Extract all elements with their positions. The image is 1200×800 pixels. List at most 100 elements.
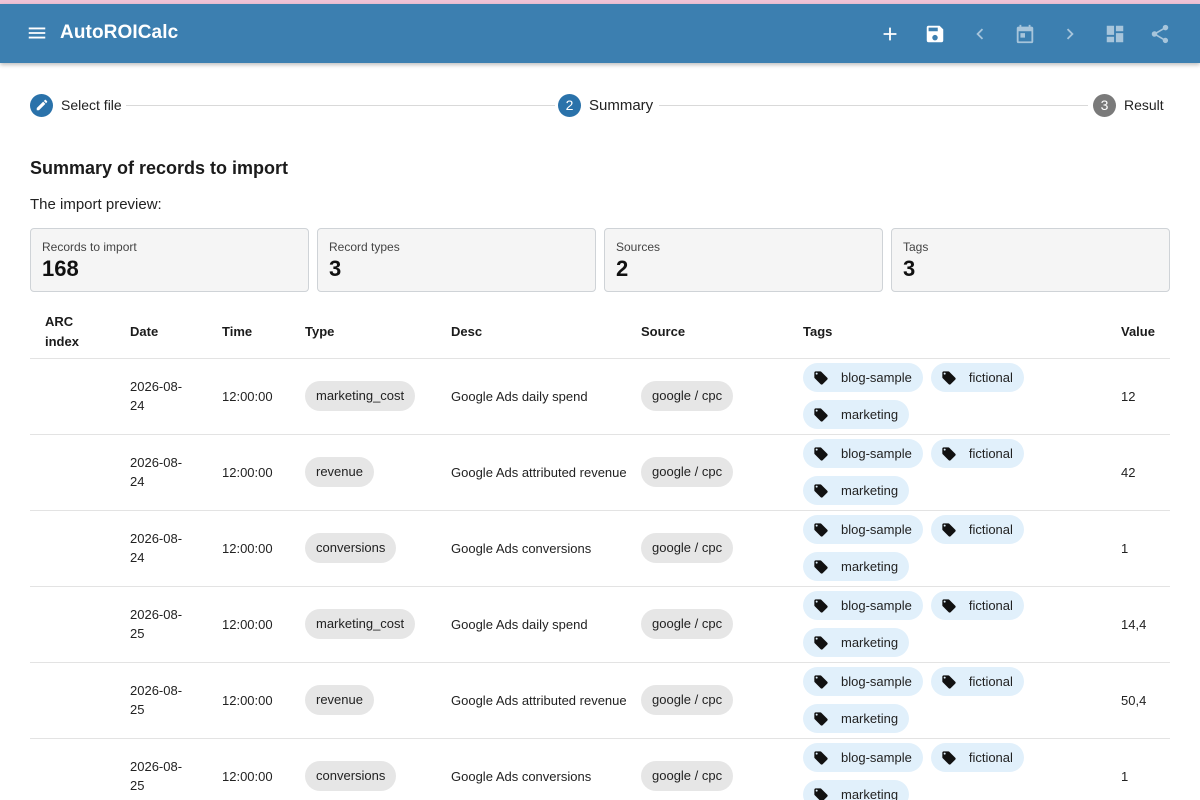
- tag-label: fictional: [968, 674, 1013, 689]
- step-result[interactable]: 3 Result: [1093, 93, 1164, 117]
- tag-label: fictional: [968, 446, 1013, 461]
- tag-chip: marketing: [803, 628, 910, 657]
- cell-date: 2026-08- 24: [130, 434, 222, 511]
- tag-label: blog-sample: [841, 446, 912, 461]
- cell-tags: blog-sample fictional marketing: [803, 662, 1121, 739]
- header-source[interactable]: Source: [641, 306, 803, 359]
- pencil-icon: [36, 99, 47, 111]
- section-title: Summary of records to import: [30, 158, 289, 178]
- share-icon: [1151, 24, 1168, 44]
- tag-label: blog-sample: [841, 674, 912, 689]
- previous-button[interactable]: [957, 14, 1002, 54]
- cell-date: 2026-08- 24: [130, 510, 222, 587]
- source-chip: google / cpc: [641, 609, 734, 639]
- tag-label: marketing: [841, 787, 899, 800]
- cell-time: 12:00:00: [222, 738, 305, 800]
- tag-icon: [942, 674, 956, 689]
- type-chip: conversions: [305, 761, 397, 791]
- table-row: 2026-08- 24 12:00:00 conversions Google Ads …: [30, 510, 1170, 587]
- cell-desc: Google Ads conversions: [451, 738, 641, 800]
- tag-icon: [814, 598, 828, 613]
- cell-arc-index: [30, 586, 130, 663]
- header-time[interactable]: Time: [222, 306, 305, 359]
- table-row: 2026-08- 24 12:00:00 revenue Google Ads attr…: [30, 434, 1170, 511]
- tag-icon: [814, 635, 828, 650]
- cell-tags: blog-sample fictional marketing: [803, 434, 1121, 511]
- card-label: Record types: [329, 240, 400, 254]
- tag-chip: blog-sample: [803, 667, 923, 696]
- cell-type: conversions: [305, 738, 451, 800]
- tag-chip: marketing: [803, 476, 910, 505]
- cell-value: 1: [1121, 738, 1170, 800]
- tags-list: blog-sample fictional marketing: [803, 360, 1043, 432]
- header-tags[interactable]: Tags: [803, 306, 1121, 359]
- tag-chip: fictional: [930, 439, 1024, 468]
- tag-label: marketing: [841, 635, 899, 650]
- card-tags: Tags 3: [891, 228, 1170, 292]
- tag-icon: [814, 446, 828, 461]
- app-bar: AutoROICalc: [0, 4, 1200, 63]
- cell-tags: blog-sample fictional marketing: [803, 738, 1121, 800]
- step-select-file[interactable]: Select file: [30, 93, 122, 117]
- tag-icon: [814, 787, 828, 800]
- tag-label: blog-sample: [841, 522, 912, 537]
- step-number: 3: [1093, 93, 1116, 117]
- tag-chip: fictional: [930, 363, 1024, 392]
- cell-date: 2026-08- 25: [130, 738, 222, 800]
- tag-icon: [814, 407, 828, 422]
- menu-icon[interactable]: [26, 22, 48, 44]
- tags-list: blog-sample fictional marketing: [803, 436, 1043, 508]
- tag-label: fictional: [968, 598, 1013, 613]
- tags-list: blog-sample fictional marketing: [803, 512, 1043, 584]
- table-row: 2026-08- 24 12:00:00 marketing_cost Google A…: [30, 358, 1170, 435]
- cell-source: google / cpc: [641, 510, 803, 587]
- cell-time: 12:00:00: [222, 358, 305, 435]
- cell-tags: blog-sample fictional marketing: [803, 358, 1121, 435]
- table-row: 2026-08- 25 12:00:00 conversions Google Ads …: [30, 738, 1170, 800]
- cell-value: 42: [1121, 434, 1170, 511]
- cell-value: 14,4: [1121, 586, 1170, 663]
- header-value[interactable]: Value: [1121, 306, 1170, 359]
- tag-label: blog-sample: [841, 598, 912, 613]
- cell-type: marketing_cost: [305, 358, 451, 435]
- card-value: 2: [616, 256, 629, 281]
- header-type[interactable]: Type: [305, 306, 451, 359]
- tag-chip: fictional: [930, 515, 1024, 544]
- source-chip: google / cpc: [641, 533, 734, 563]
- header-desc[interactable]: Desc: [451, 306, 641, 359]
- type-chip: revenue: [305, 685, 374, 715]
- tag-chip: fictional: [930, 743, 1024, 772]
- calendar-button[interactable]: [1002, 14, 1047, 54]
- type-chip: conversions: [305, 533, 397, 563]
- cell-arc-index: [30, 738, 130, 800]
- plus-icon: [883, 27, 896, 41]
- cell-source: google / cpc: [641, 434, 803, 511]
- cell-date: 2026-08- 24: [130, 358, 222, 435]
- tag-chip: blog-sample: [803, 591, 923, 620]
- tag-icon: [814, 370, 828, 385]
- next-button[interactable]: [1047, 14, 1092, 54]
- tag-label: blog-sample: [841, 750, 912, 765]
- add-button[interactable]: [867, 14, 912, 54]
- type-chip: revenue: [305, 457, 374, 487]
- cell-tags: blog-sample fictional marketing: [803, 510, 1121, 587]
- cell-arc-index: [30, 434, 130, 511]
- share-button[interactable]: [1137, 14, 1182, 54]
- card-record-types: Record types 3: [317, 228, 596, 292]
- header-arc-index[interactable]: ARC index: [30, 306, 130, 359]
- cell-source: google / cpc: [641, 662, 803, 739]
- cell-desc: Google Ads attributed revenue: [451, 434, 641, 511]
- card-label: Records to import: [42, 240, 137, 254]
- dashboard-button[interactable]: [1092, 14, 1137, 54]
- cell-type: revenue: [305, 434, 451, 511]
- tag-label: marketing: [841, 559, 899, 574]
- cell-tags: blog-sample fictional marketing: [803, 586, 1121, 663]
- save-button[interactable]: [912, 14, 957, 54]
- cell-desc: Google Ads daily spend: [451, 358, 641, 435]
- cell-source: google / cpc: [641, 586, 803, 663]
- cell-date: 2026-08- 25: [130, 586, 222, 663]
- cell-time: 12:00:00: [222, 434, 305, 511]
- step-summary[interactable]: 2 Summary: [558, 93, 660, 117]
- header-date[interactable]: Date: [130, 306, 222, 359]
- tag-icon: [942, 750, 956, 765]
